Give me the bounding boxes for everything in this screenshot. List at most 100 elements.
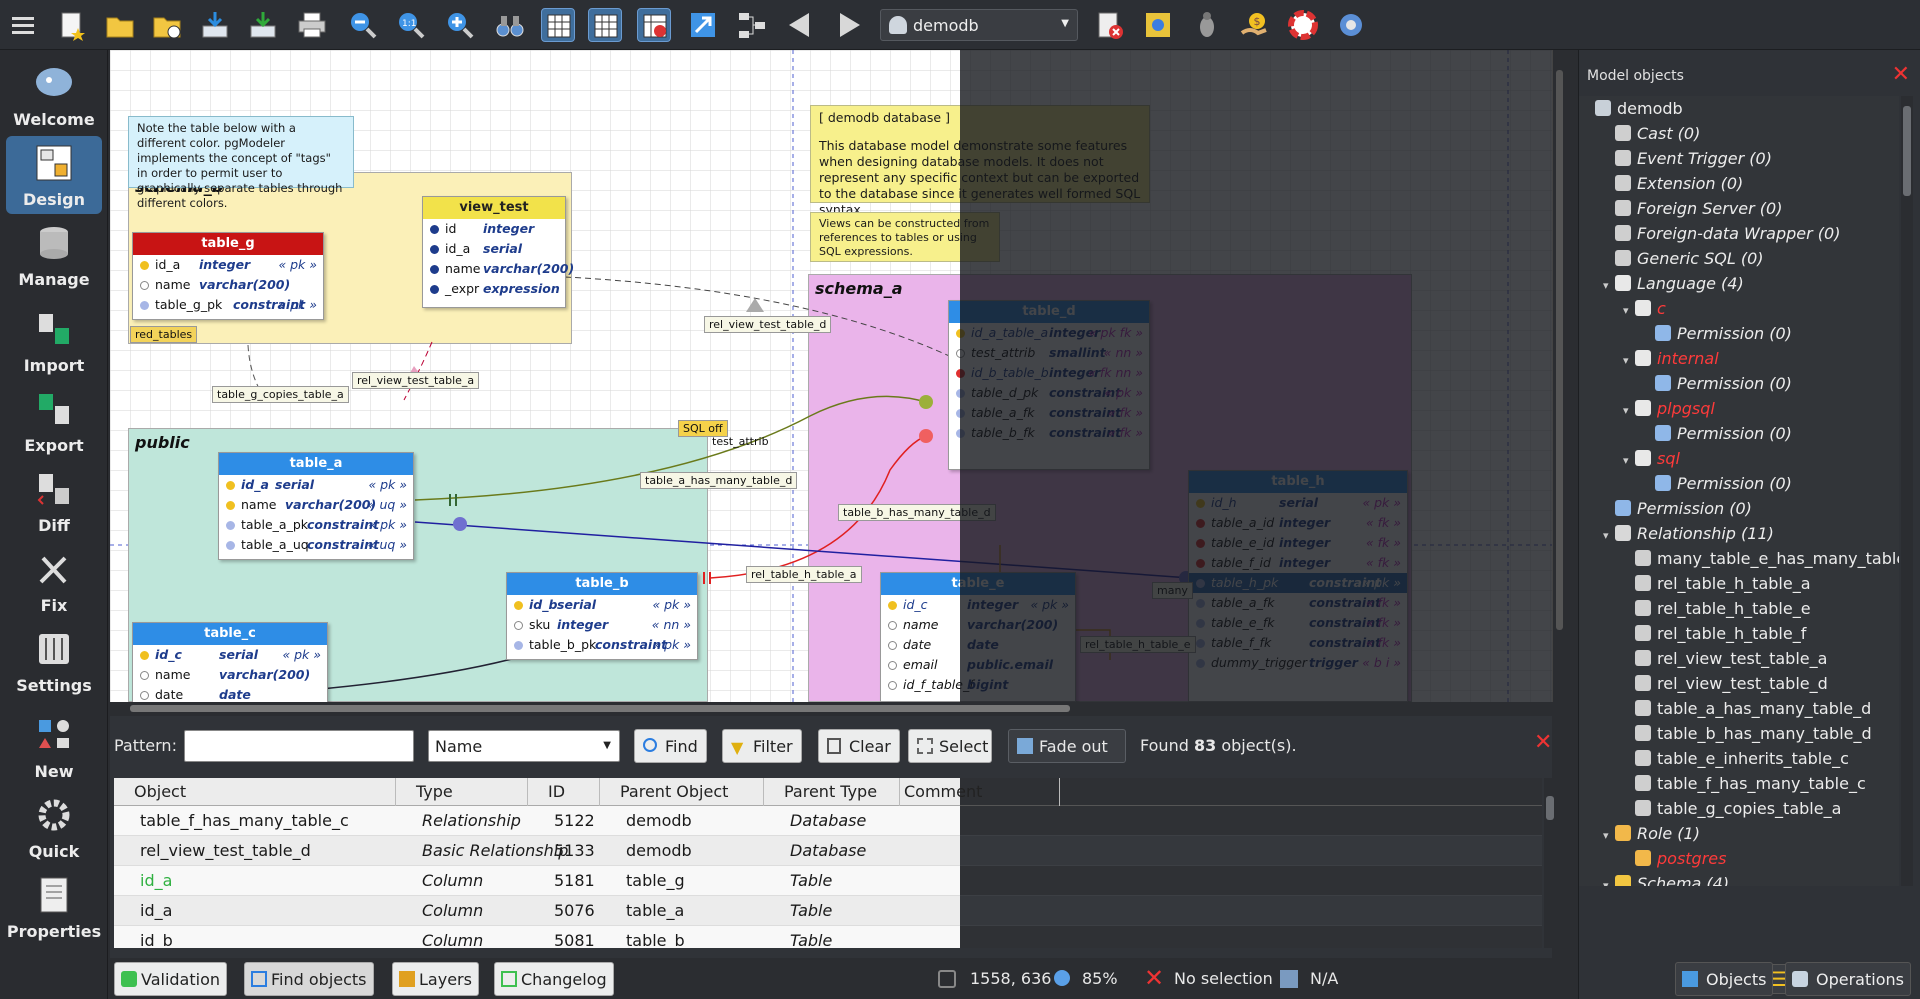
tree-item[interactable]: Permission (0): [1579, 496, 1899, 521]
tab-objects[interactable]: Objects: [1675, 962, 1774, 996]
table-row[interactable]: table_a_fk constraint « fk »: [949, 403, 1149, 423]
table-row[interactable]: name varchar(200): [423, 259, 574, 279]
tree-item[interactable]: Permission (0): [1579, 371, 1899, 396]
table-row[interactable]: id_a_table_a integer « pk fk »: [949, 323, 1149, 343]
view-test[interactable]: view_test id integer id_a serial name varch…: [422, 196, 574, 308]
chevron-down-icon[interactable]: ▾: [1623, 448, 1635, 473]
tree-item[interactable]: table_a_has_many_table_d: [1579, 696, 1899, 721]
column-header-comment[interactable]: Comment: [900, 778, 1060, 806]
tree-item[interactable]: ▾ sql: [1579, 446, 1899, 471]
tree-item[interactable]: ▾ Language (4): [1579, 271, 1899, 296]
tab-changelog[interactable]: Changelog: [494, 962, 614, 996]
tree-item[interactable]: rel_table_h_table_e: [1579, 596, 1899, 621]
menu-icon[interactable]: [6, 8, 40, 42]
table-d[interactable]: table_d id_a_table_a integer « pk fk » tes…: [948, 300, 1150, 470]
tree-item[interactable]: rel_view_test_table_a: [1579, 646, 1899, 671]
chevron-down-icon[interactable]: ▾: [1603, 523, 1615, 548]
scroll-thumb[interactable]: [130, 705, 1070, 712]
tab-layers[interactable]: Layers: [392, 962, 479, 996]
table-row[interactable]: table_a_pk constraint « pk »: [219, 515, 413, 535]
find-button[interactable]: Find: [634, 729, 707, 763]
table-h[interactable]: table_h id_h serial « pk » table_a_id integ…: [1188, 470, 1408, 702]
tree-item[interactable]: many_table_e_has_many_table_e: [1579, 546, 1899, 571]
table-row[interactable]: name varchar(200): [133, 275, 323, 295]
tree-item[interactable]: Permission (0): [1579, 321, 1899, 346]
close-icon[interactable]: ✕: [1892, 62, 1910, 87]
redo-icon[interactable]: [832, 8, 866, 42]
scroll-thumb[interactable]: [1546, 796, 1554, 820]
table-a[interactable]: table_a id_a serial « pk » name varchar(200…: [218, 452, 414, 560]
tree-item[interactable]: rel_table_h_table_a: [1579, 571, 1899, 596]
scroll-thumb[interactable]: [1903, 106, 1911, 196]
table-row[interactable]: id_a serial « pk »: [219, 475, 413, 495]
sidebar-item-export[interactable]: Export: [6, 382, 102, 460]
table-c[interactable]: table_c id_c serial « pk » name varchar(200…: [132, 622, 328, 702]
fade-out-button[interactable]: Fade out: [1008, 729, 1126, 763]
fit-icon[interactable]: [686, 8, 720, 42]
filter-button[interactable]: ▼ Filter: [722, 729, 802, 763]
table-row[interactable]: table_e_id integer « fk »: [1189, 533, 1407, 553]
canvas-horizontal-scrollbar[interactable]: [110, 702, 1552, 716]
rel-label-b-many-d[interactable]: table_b_has_many_table_d: [838, 504, 996, 521]
note-database[interactable]: [ demodb database ] This database model d…: [810, 105, 1150, 217]
table-row[interactable]: id_b_table_b integer « fk nn »: [949, 363, 1149, 383]
tree-item[interactable]: ▾ plpgsql: [1579, 396, 1899, 421]
table-row[interactable]: id_f_table_f bigint: [881, 675, 1075, 695]
support-icon[interactable]: [1286, 8, 1320, 42]
database-select[interactable]: demodb ▼: [880, 9, 1078, 41]
design-canvas[interactable]: schema_b schema_a public Note the table …: [110, 50, 1552, 702]
model-objects-tree[interactable]: demodb Cast (0) Event Trigger (0) Extension…: [1579, 96, 1899, 886]
sidebar-item-quick[interactable]: Quick: [6, 788, 102, 866]
table-row[interactable]: table_g_pk constraint « pk »: [133, 295, 323, 315]
tree-item[interactable]: ▾ Schema (4): [1579, 871, 1899, 886]
close-icon[interactable]: ✕: [1534, 730, 1552, 755]
column-header-parent-type[interactable]: Parent Type: [764, 778, 900, 806]
table-row[interactable]: table_h_pk constraint « pk »: [1189, 573, 1407, 593]
note-views[interactable]: Views can be constructed from references…: [810, 212, 1000, 262]
results-table[interactable]: Object Type ID Parent Object Parent Type…: [114, 778, 1542, 948]
save-icon[interactable]: [198, 8, 232, 42]
chevron-down-icon[interactable]: ▾: [1623, 398, 1635, 423]
tree-item[interactable]: Permission (0): [1579, 421, 1899, 446]
tree-item[interactable]: table_e_inherits_table_c: [1579, 746, 1899, 771]
table-row[interactable]: table_a_uq constraint « uq »: [219, 535, 413, 555]
table-row[interactable]: table_f_id integer « fk »: [1189, 553, 1407, 573]
attribute-select[interactable]: Name ▼: [428, 730, 620, 762]
table-row[interactable]: email public.email: [881, 655, 1075, 675]
undo-icon[interactable]: [783, 8, 817, 42]
table-row[interactable]: table_b_fk constraint « fk »: [949, 423, 1149, 443]
tree-item[interactable]: rel_view_test_table_d: [1579, 671, 1899, 696]
tree-item[interactable]: demodb: [1579, 96, 1899, 121]
rel-label-view-test-a[interactable]: rel_view_test_table_a: [352, 372, 480, 389]
open-icon[interactable]: [103, 8, 137, 42]
tree-item[interactable]: ▾ Role (1): [1579, 821, 1899, 846]
table-row[interactable]: table_b_pk constraint « pk »: [507, 635, 697, 655]
tree-item[interactable]: Event Trigger (0): [1579, 146, 1899, 171]
table-row[interactable]: table_a_id integer « fk »: [1189, 513, 1407, 533]
zoom-out-icon[interactable]: [346, 8, 380, 42]
table-row[interactable]: name varchar(200): [881, 615, 1075, 635]
align-grid-icon[interactable]: [588, 8, 622, 42]
save-as-icon[interactable]: [246, 8, 280, 42]
tree-scrollbar[interactable]: [1901, 96, 1913, 886]
tree-item[interactable]: table_f_has_many_table_c: [1579, 771, 1899, 796]
table-row[interactable]: dummy_trigger trigger « b i »: [1189, 653, 1407, 673]
sidebar-item-new[interactable]: New: [6, 708, 102, 786]
tree-item[interactable]: Extension (0): [1579, 171, 1899, 196]
table-row[interactable]: id integer: [423, 219, 565, 239]
tab-operations[interactable]: Operations: [1785, 962, 1911, 996]
table-row[interactable]: date date: [133, 685, 327, 702]
close-model-icon[interactable]: [1092, 8, 1126, 42]
tree-item[interactable]: Cast (0): [1579, 121, 1899, 146]
sidebar-item-welcome[interactable]: Welcome: [6, 56, 102, 134]
table-row[interactable]: date date: [881, 635, 1075, 655]
tree-item[interactable]: Permission (0): [1579, 471, 1899, 496]
rel-label-h-a[interactable]: rel_table_h_table_a: [746, 566, 862, 583]
tree-item[interactable]: rel_table_h_table_f: [1579, 621, 1899, 646]
clear-button[interactable]: Clear: [818, 729, 900, 763]
rel-label-g-copies-a[interactable]: table_g_copies_table_a: [212, 386, 349, 403]
rel-label-view-test-d[interactable]: rel_view_test_table_d: [704, 316, 832, 333]
find-icon[interactable]: [493, 8, 527, 42]
table-row[interactable]: id_a integer « pk »: [133, 255, 323, 275]
column-header-parent-object[interactable]: Parent Object: [600, 778, 764, 806]
